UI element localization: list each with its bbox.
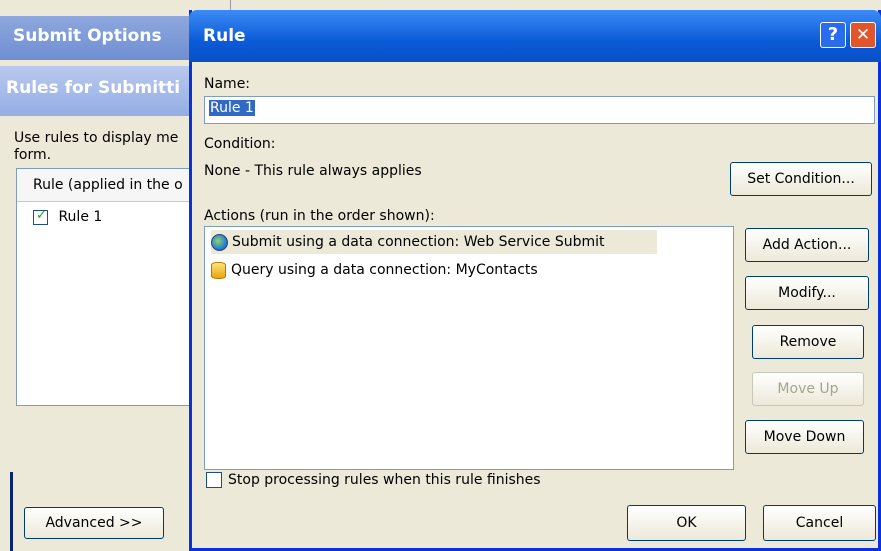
stop-processing-checkbox[interactable] xyxy=(206,472,222,488)
actions-list[interactable]: Submit using a data connection: Web Serv… xyxy=(204,226,734,470)
name-label: Name: xyxy=(204,76,251,92)
rule-list-item[interactable]: ✓ Rule 1 xyxy=(33,207,103,225)
rule-enabled-checkbox[interactable]: ✓ xyxy=(33,207,48,225)
rules-list-header[interactable]: Rule (applied in the o xyxy=(17,169,195,202)
action-label: Submit using a data connection: Web Serv… xyxy=(232,234,605,250)
cancel-button[interactable]: Cancel xyxy=(763,505,876,541)
submit-options-title: Submit Options xyxy=(13,26,162,46)
rule-name-value: Rule 1 xyxy=(209,100,255,116)
remove-button[interactable]: Remove xyxy=(752,325,864,359)
ok-button[interactable]: OK xyxy=(627,505,746,541)
stop-processing-option[interactable]: Stop processing rules when this rule fin… xyxy=(206,472,541,488)
move-down-button[interactable]: Move Down xyxy=(745,420,864,454)
advanced-button[interactable]: Advanced >> xyxy=(24,507,164,539)
modify-button[interactable]: Modify... xyxy=(745,276,869,310)
rules-list[interactable]: Rule (applied in the o ✓ Rule 1 xyxy=(16,168,196,406)
checkmark-icon: ✓ xyxy=(36,207,47,223)
close-icon[interactable]: ✕ xyxy=(850,22,876,48)
set-condition-button[interactable]: Set Condition... xyxy=(730,162,872,196)
rule-name-input[interactable]: Rule 1 xyxy=(204,96,875,124)
rules-list-header-label: Rule (applied in the o xyxy=(33,177,183,193)
rules-description: Use rules to display me form. xyxy=(14,130,179,163)
action-list-item[interactable]: Query using a data connection: MyContact… xyxy=(211,258,538,282)
database-icon xyxy=(211,261,226,279)
actions-label: Actions (run in the order shown): xyxy=(204,208,435,224)
action-list-item[interactable]: Submit using a data connection: Web Serv… xyxy=(211,230,657,254)
condition-label: Condition: xyxy=(204,136,276,152)
add-action-button[interactable]: Add Action... xyxy=(745,228,869,262)
rules-panel-header-text: Rules for Submitti xyxy=(6,78,181,98)
rule-dialog-title: Rule xyxy=(203,26,246,46)
rule-dialog-titlebar[interactable] xyxy=(189,10,881,62)
move-up-button[interactable]: Move Up xyxy=(752,372,864,406)
action-label: Query using a data connection: MyContact… xyxy=(231,262,538,278)
help-icon[interactable]: ? xyxy=(820,22,846,48)
web-service-icon xyxy=(211,233,228,251)
stop-processing-label: Stop processing rules when this rule fin… xyxy=(228,472,541,488)
condition-text: None - This rule always applies xyxy=(204,163,422,179)
rule-list-item-label: Rule 1 xyxy=(58,209,103,225)
